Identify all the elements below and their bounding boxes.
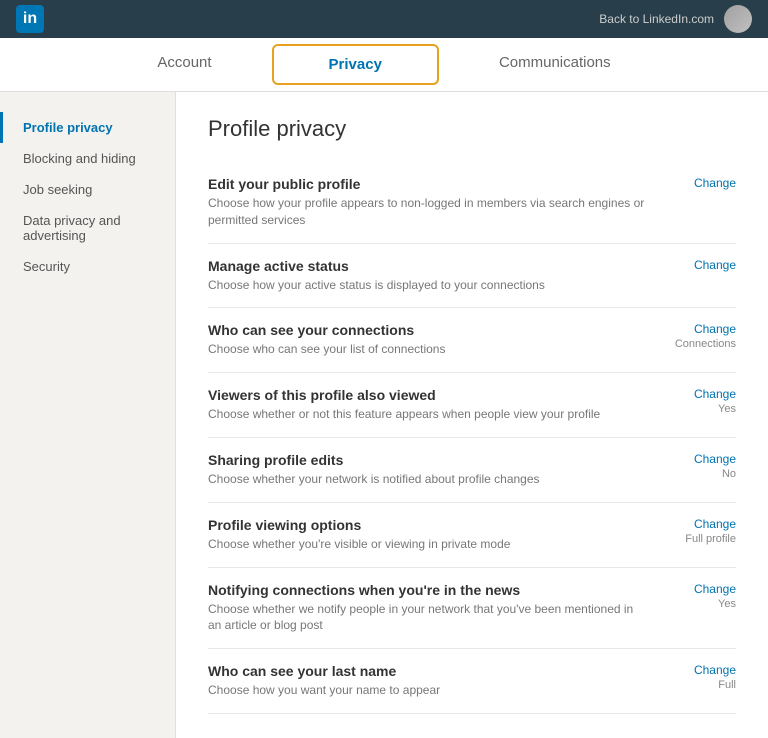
- setting-value-sharing-edits: No: [666, 468, 736, 480]
- setting-title-public-profile: Edit your public profile: [208, 176, 646, 192]
- change-link-sharing-edits[interactable]: Change: [666, 452, 736, 466]
- setting-desc-viewers-also-viewed: Choose whether or not this feature appea…: [208, 406, 646, 423]
- setting-row-viewers-also-viewed: Viewers of this profile also viewed Choos…: [208, 373, 736, 438]
- setting-value-profile-viewing: Full profile: [666, 533, 736, 545]
- setting-value-news-notifications: Yes: [666, 598, 736, 610]
- tab-communications[interactable]: Communications: [439, 38, 671, 91]
- setting-row-sharing-edits: Sharing profile edits Choose whether your…: [208, 438, 736, 503]
- setting-title-viewers-also-viewed: Viewers of this profile also viewed: [208, 387, 646, 403]
- sidebar-item-security[interactable]: Security: [0, 251, 175, 282]
- top-bar-right: Back to LinkedIn.com: [599, 5, 752, 33]
- setting-title-news-notifications: Notifying connections when you're in the…: [208, 582, 646, 598]
- setting-row-news-notifications: Notifying connections when you're in the…: [208, 568, 736, 650]
- change-link-active-status[interactable]: Change: [666, 258, 736, 272]
- setting-row-active-status: Manage active status Choose how your acti…: [208, 244, 736, 309]
- change-link-last-name[interactable]: Change: [666, 663, 736, 677]
- setting-row-public-profile: Edit your public profile Choose how your …: [208, 162, 736, 244]
- content-area: Profile privacy Edit your public profile…: [175, 92, 768, 738]
- back-to-linkedin-link[interactable]: Back to LinkedIn.com: [599, 12, 714, 26]
- setting-value-connections: Connections: [666, 338, 736, 350]
- sidebar-item-blocking-hiding[interactable]: Blocking and hiding: [0, 143, 175, 174]
- main-layout: Profile privacy Blocking and hiding Job …: [0, 92, 768, 738]
- sidebar-item-data-privacy[interactable]: Data privacy and advertising: [0, 205, 175, 251]
- change-link-public-profile[interactable]: Change: [666, 176, 736, 190]
- setting-desc-connections: Choose who can see your list of connecti…: [208, 341, 646, 358]
- setting-desc-active-status: Choose how your active status is display…: [208, 277, 646, 294]
- sidebar-item-job-seeking[interactable]: Job seeking: [0, 174, 175, 205]
- settings-list: Edit your public profile Choose how your …: [208, 162, 736, 714]
- setting-title-connections: Who can see your connections: [208, 322, 646, 338]
- setting-value-last-name: Full: [666, 679, 736, 691]
- setting-row-profile-viewing: Profile viewing options Choose whether yo…: [208, 503, 736, 568]
- change-link-news-notifications[interactable]: Change: [666, 582, 736, 596]
- setting-desc-last-name: Choose how you want your name to appear: [208, 682, 646, 699]
- change-link-connections[interactable]: Change: [666, 322, 736, 336]
- setting-title-last-name: Who can see your last name: [208, 663, 646, 679]
- setting-desc-news-notifications: Choose whether we notify people in your …: [208, 601, 646, 635]
- sidebar-item-profile-privacy[interactable]: Profile privacy: [0, 112, 175, 143]
- setting-row-connections: Who can see your connections Choose who c…: [208, 308, 736, 373]
- setting-row-last-name: Who can see your last name Choose how you…: [208, 649, 736, 714]
- setting-value-viewers-also-viewed: Yes: [666, 403, 736, 415]
- sidebar: Profile privacy Blocking and hiding Job …: [0, 92, 175, 738]
- setting-title-active-status: Manage active status: [208, 258, 646, 274]
- avatar[interactable]: [724, 5, 752, 33]
- page-title: Profile privacy: [208, 116, 736, 142]
- setting-title-profile-viewing: Profile viewing options: [208, 517, 646, 533]
- linkedin-logo: in: [16, 5, 44, 33]
- tab-account[interactable]: Account: [97, 38, 271, 91]
- top-bar: in Back to LinkedIn.com: [0, 0, 768, 38]
- change-link-viewers-also-viewed[interactable]: Change: [666, 387, 736, 401]
- setting-desc-sharing-edits: Choose whether your network is notified …: [208, 471, 646, 488]
- setting-desc-public-profile: Choose how your profile appears to non-l…: [208, 195, 646, 229]
- tab-privacy[interactable]: Privacy: [272, 44, 439, 85]
- setting-title-sharing-edits: Sharing profile edits: [208, 452, 646, 468]
- avatar-image: [724, 5, 752, 33]
- setting-desc-profile-viewing: Choose whether you're visible or viewing…: [208, 536, 646, 553]
- change-link-profile-viewing[interactable]: Change: [666, 517, 736, 531]
- tab-nav: Account Privacy Communications: [0, 38, 768, 92]
